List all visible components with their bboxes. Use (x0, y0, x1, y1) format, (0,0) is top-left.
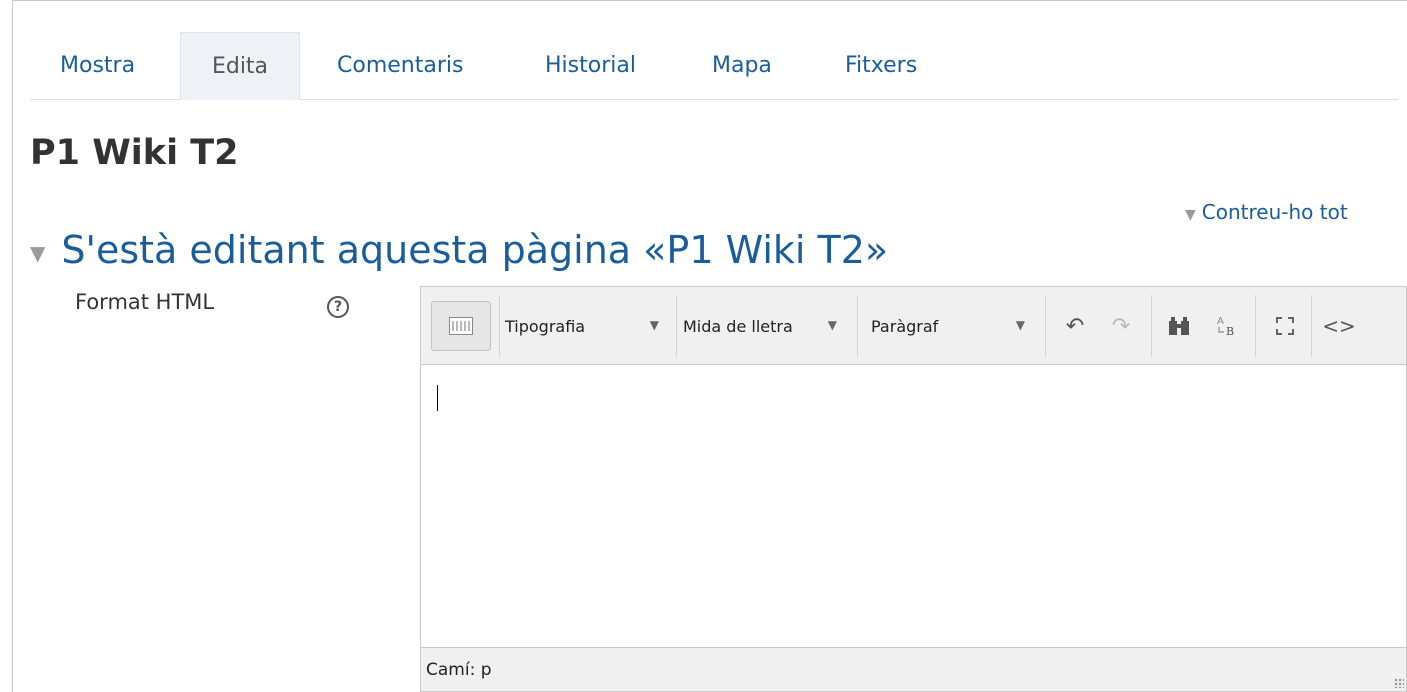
tab-fitxers[interactable]: Fitxers (845, 32, 917, 99)
chevron-down-icon: ▼ (1015, 318, 1025, 332)
editor-content-area[interactable] (421, 365, 1406, 647)
paragraph-label: Paràgraf (871, 316, 939, 336)
html-editor: Tipografia ▼ Mida de lletra ▼ Paràgraf ▼… (420, 286, 1407, 692)
find-replace-button[interactable] (1161, 301, 1197, 351)
toolbar-separator (857, 295, 858, 357)
fullscreen-icon (1276, 317, 1294, 335)
collapse-all-label: Contreu-ho tot (1201, 200, 1348, 224)
spellcheck-icon: A B (1217, 316, 1234, 338)
redo-icon: ↷ (1111, 313, 1131, 339)
svg-text:A: A (1217, 316, 1224, 327)
toolbar-separator (1311, 295, 1312, 357)
fullscreen-button[interactable] (1265, 301, 1305, 351)
toolbar-separator (676, 295, 677, 357)
html-source-button[interactable]: <> (1319, 301, 1359, 351)
text-caret (437, 385, 438, 411)
redo-button[interactable]: ↷ (1103, 301, 1139, 351)
spellcheck-button[interactable]: A B (1207, 301, 1247, 351)
font-family-label: Tipografia (505, 316, 586, 336)
tab-mostra[interactable]: Mostra (60, 32, 135, 99)
tab-edita[interactable]: Edita (180, 32, 300, 100)
undo-icon: ↶ (1065, 313, 1085, 339)
resize-handle-icon[interactable] (1394, 678, 1404, 688)
keyboard-icon (449, 317, 473, 335)
editor-statusbar: Camí: p (421, 647, 1406, 691)
collapse-all-link[interactable]: ▼ Contreu-ho tot (1185, 200, 1348, 224)
font-size-label: Mida de lletra (683, 316, 793, 336)
toolbar-separator (1255, 295, 1256, 357)
triangle-down-icon: ▼ (1185, 207, 1196, 223)
tab-mapa[interactable]: Mapa (712, 32, 772, 99)
undo-button[interactable]: ↶ (1057, 301, 1093, 351)
toolbar-separator (499, 295, 500, 357)
font-size-select[interactable]: Mida de lletra ▼ (683, 301, 853, 351)
element-path: Camí: p (426, 660, 492, 680)
toolbar-separator (1151, 295, 1152, 357)
chevron-down-icon: ▼ (649, 318, 659, 332)
format-label: Format HTML (75, 290, 215, 314)
font-family-select[interactable]: Tipografia ▼ (505, 301, 675, 351)
tab-historial[interactable]: Historial (545, 32, 636, 99)
section-title: S'està editant aquesta pàgina «P1 Wiki T… (61, 228, 889, 272)
find-icon (1169, 317, 1189, 335)
keyboard-toggle-button[interactable] (431, 301, 491, 351)
tab-bar: Mostra Edita Comentaris Historial Mapa F… (30, 30, 1398, 100)
tab-comentaris[interactable]: Comentaris (337, 32, 463, 99)
html-source-icon: <> (1322, 314, 1356, 338)
paragraph-format-select[interactable]: Paràgraf ▼ (871, 301, 1041, 351)
toolbar-separator (1045, 295, 1046, 357)
question-circle-icon[interactable]: ? (327, 296, 349, 318)
section-header[interactable]: ▼ S'està editant aquesta pàgina «P1 Wiki … (30, 228, 888, 272)
editor-toolbar: Tipografia ▼ Mida de lletra ▼ Paràgraf ▼… (421, 287, 1406, 365)
page-title: P1 Wiki T2 (30, 133, 239, 173)
chevron-down-icon: ▼ (827, 318, 837, 332)
svg-text:B: B (1226, 325, 1234, 338)
triangle-down-icon: ▼ (30, 240, 46, 265)
